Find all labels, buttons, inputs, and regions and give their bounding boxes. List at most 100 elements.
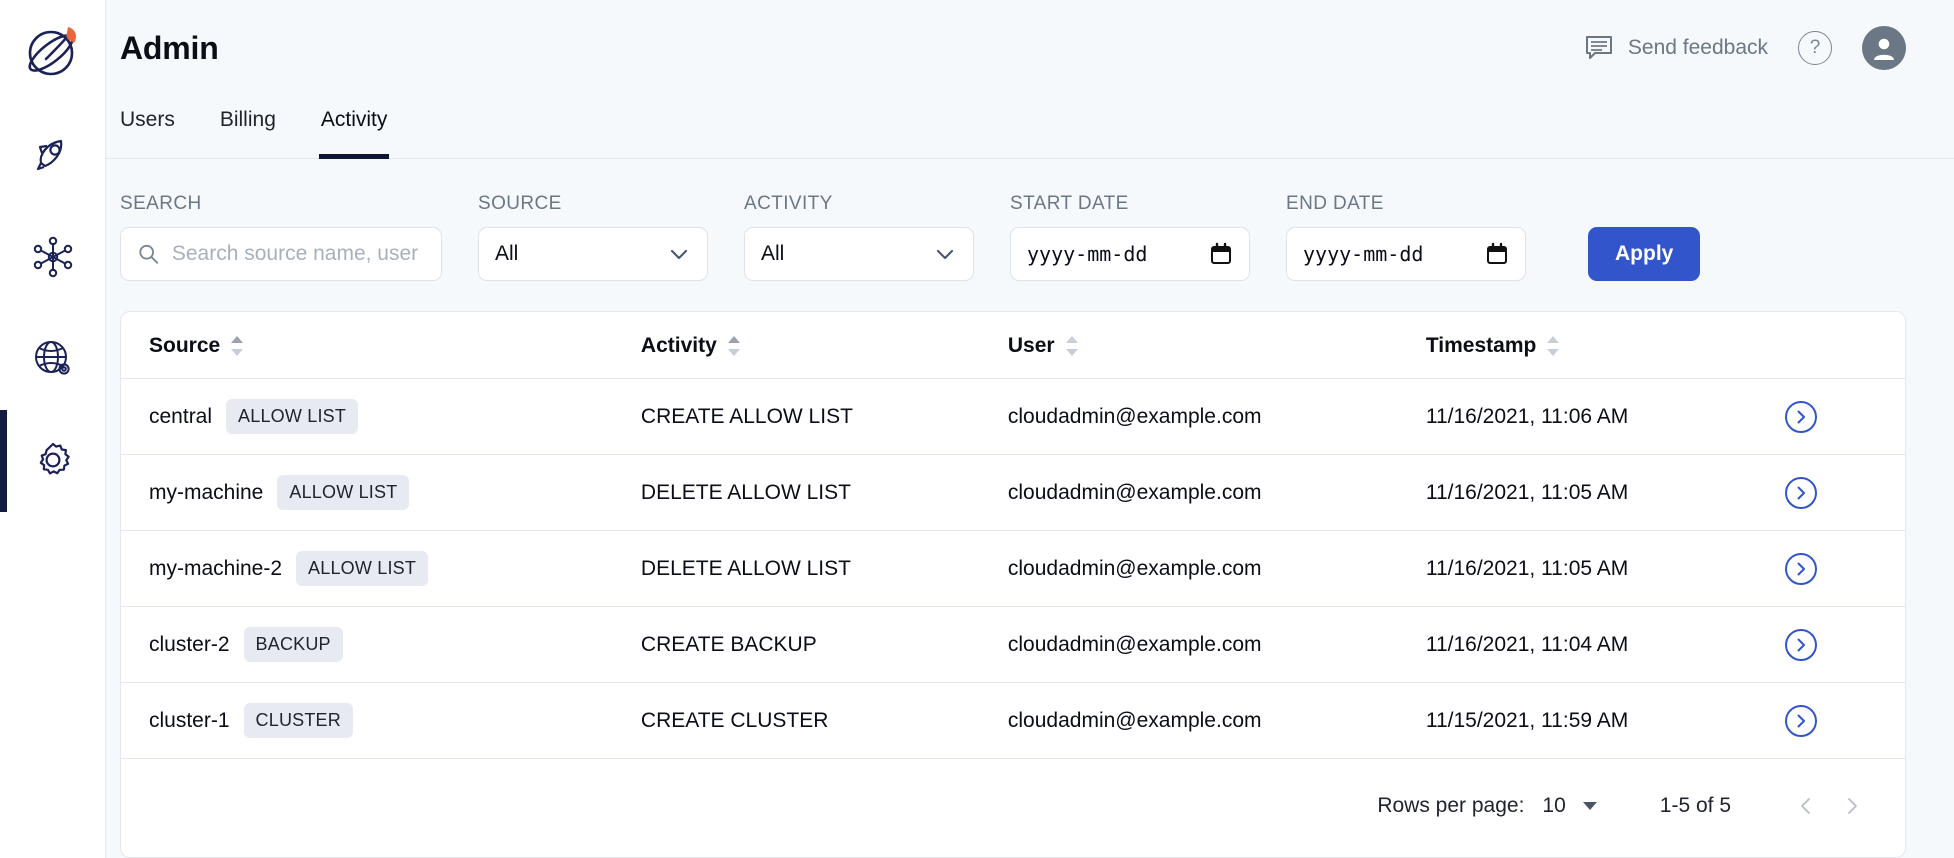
sidebar [0,0,106,858]
table-row[interactable]: my-machine ALLOW LIST DELETE ALLOW LIST … [121,454,1905,531]
start-date-input[interactable]: yyyy-mm-dd [1010,227,1250,281]
top-bar: Admin Send feedback ? [106,0,1954,96]
sidebar-item-settings[interactable] [0,410,106,512]
help-icon[interactable]: ? [1798,31,1832,65]
column-header-source[interactable]: Source [121,312,641,379]
cell-user: cloudadmin@example.com [1007,378,1426,455]
table-header-row: Source Activity User Timestamp [121,312,1905,379]
apply-button[interactable]: Apply [1588,227,1701,281]
send-feedback-label: Send feedback [1627,36,1768,59]
pagination-range: 1-5 of 5 [1659,794,1731,817]
search-input-wrapper[interactable] [120,227,442,281]
column-header-activity[interactable]: Activity [640,312,1008,379]
source-name: cluster-2 [149,632,230,656]
rows-per-page-label: Rows per page: [1377,794,1525,817]
start-date-label: START DATE [1010,193,1129,214]
cell-actions [1782,682,1905,759]
tab-users[interactable]: Users [120,96,175,158]
previous-page-button[interactable] [1783,783,1829,829]
cell-activity: DELETE ALLOW LIST [640,454,1008,531]
start-date-field: START DATE yyyy-mm-dd [1010,193,1250,281]
sidebar-item-clusters[interactable] [0,206,106,308]
source-badge: BACKUP [243,627,343,662]
table-row[interactable]: my-machine-2 ALLOW LIST DELETE ALLOW LIS… [121,530,1905,607]
chevron-right-icon [1797,638,1805,651]
top-bar-actions: Send feedback ? [1584,26,1906,70]
column-header-user[interactable]: User [1007,312,1426,379]
search-field: SEARCH [120,193,442,281]
table-row[interactable]: cluster-1 CLUSTER CREATE CLUSTER cloudad… [121,682,1905,759]
rows-per-page-select[interactable]: 10 [1542,794,1597,818]
sort-icon [1065,336,1078,356]
cell-timestamp: 11/16/2021, 11:04 AM [1425,606,1783,683]
row-detail-button[interactable] [1784,704,1817,737]
cell-user: cloudadmin@example.com [1007,530,1426,607]
app-logo[interactable] [0,0,105,104]
row-detail-button[interactable] [1784,552,1817,585]
cell-source: my-machine ALLOW LIST [121,454,641,531]
calendar-icon[interactable] [1485,242,1509,266]
cell-actions [1782,530,1905,607]
cell-activity: CREATE ALLOW LIST [640,378,1008,455]
tab-activity[interactable]: Activity [318,96,389,159]
gear-icon [39,442,70,475]
table-row[interactable]: central ALLOW LIST CREATE ALLOW LIST clo… [121,378,1905,455]
sort-icon [1547,336,1560,356]
caret-down-icon [1582,802,1597,810]
activity-field: ACTIVITY All [744,193,974,281]
end-date-label: END DATE [1286,193,1384,214]
column-header-source-label: Source [149,334,221,357]
table-head: Source Activity User Timestamp [121,312,1905,379]
table-row[interactable]: cluster-2 BACKUP CREATE BACKUP cloudadmi… [121,606,1905,683]
source-select[interactable]: All [478,227,708,281]
end-date-input[interactable]: yyyy-mm-dd [1286,227,1526,281]
source-label: SOURCE [478,193,562,214]
cell-user: cloudadmin@example.com [1007,606,1426,683]
chevron-right-icon [1797,410,1805,423]
search-input[interactable] [171,242,425,266]
sidebar-item-network[interactable] [0,308,106,410]
cell-timestamp: 11/16/2021, 11:05 AM [1425,530,1783,607]
main-content: Admin Send feedback ? Users Billing Acti… [106,0,1954,858]
source-field: SOURCE All [478,193,708,281]
activity-table: Source Activity User Timestamp central A… [121,312,1905,759]
column-header-actions [1782,312,1905,379]
end-date-field: END DATE yyyy-mm-dd [1286,193,1526,281]
column-header-activity-label: Activity [640,334,717,357]
calendar-icon[interactable] [1209,242,1233,266]
cell-timestamp: 11/15/2021, 11:59 AM [1425,682,1783,759]
cell-timestamp: 11/16/2021, 11:06 AM [1425,378,1783,455]
page-title: Admin [120,29,219,66]
send-feedback-button[interactable]: Send feedback [1584,33,1768,63]
source-badge: CLUSTER [243,703,353,738]
chevron-right-icon [1797,486,1805,499]
tab-billing[interactable]: Billing [220,96,276,158]
row-detail-button[interactable] [1784,400,1817,433]
sort-icon [231,336,244,356]
activity-select[interactable]: All [744,227,974,281]
avatar[interactable] [1862,26,1906,70]
chevron-left-icon [1801,798,1810,814]
cell-activity: DELETE ALLOW LIST [640,530,1008,607]
cell-source: central ALLOW LIST [121,378,641,455]
row-detail-button[interactable] [1784,628,1817,661]
cell-user: cloudadmin@example.com [1007,454,1426,531]
planet-rocket-logo-icon [27,27,76,76]
activity-select-value: All [761,242,785,265]
chevron-right-icon [1797,562,1805,575]
end-date-value: yyyy-mm-dd [1303,242,1424,266]
row-detail-button[interactable] [1784,476,1817,509]
next-page-button[interactable] [1829,783,1875,829]
cell-source: cluster-1 CLUSTER [121,682,641,759]
column-header-timestamp[interactable]: Timestamp [1425,312,1783,379]
source-name: my-machine-2 [149,556,283,580]
cell-actions [1782,378,1905,455]
table-body: central ALLOW LIST CREATE ALLOW LIST clo… [121,378,1905,759]
cell-user: cloudadmin@example.com [1007,682,1426,759]
sidebar-item-deploy[interactable] [0,104,106,206]
cell-activity: CREATE CLUSTER [640,682,1008,759]
user-icon [1874,38,1894,60]
cell-source: my-machine-2 ALLOW LIST [121,530,641,607]
chevron-right-icon [1797,714,1805,727]
source-badge: ALLOW LIST [296,551,429,586]
